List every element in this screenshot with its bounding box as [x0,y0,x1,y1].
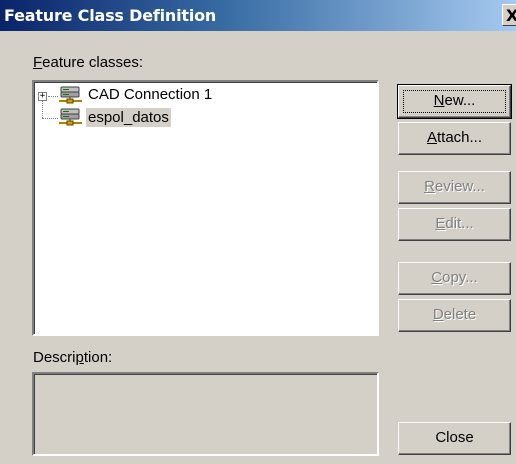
server-connection-icon [58,86,84,106]
attach-button-label: ttach... [436,129,483,146]
new-button[interactable]: New... [397,84,512,119]
copy-button-label: opy... [442,269,478,286]
edit-button[interactable]: Edit... [398,208,511,241]
tree-item-cad-connection-1[interactable]: CAD Connection 1 [86,85,214,104]
description-label: Description: [33,349,112,366]
feature-classes-tree[interactable]: + CAD Connection 1 espol_datos [32,80,379,336]
focus-rectangle [403,90,506,113]
tree-connector-horizontal-1 [48,96,58,97]
delete-button-mnemonic: D [432,306,444,323]
attach-button[interactable]: Attach... [398,122,511,155]
copy-button[interactable]: Copy... [398,262,511,295]
delete-button[interactable]: Delete [398,299,511,332]
delete-button-label: elete [443,306,477,323]
review-button-label: eview... [434,178,485,195]
tree-connector-horizontal-2 [42,118,58,119]
description-field [32,372,379,456]
close-button[interactable]: Close [398,422,511,455]
feature-classes-label-rest: eature classes: [42,54,144,71]
review-button-mnemonic: R [424,178,435,195]
title-bar[interactable]: Feature Class Definition X [0,0,516,31]
server-connection-icon [58,108,84,128]
review-button[interactable]: Review... [398,171,511,204]
feature-class-definition-dialog: Feature Class Definition X Feature class… [0,0,516,464]
tree-item-espol-datos[interactable]: espol_datos [86,108,171,127]
window-title: Feature Class Definition [4,6,217,25]
close-window-button[interactable]: X [502,4,516,26]
description-label-mnemonic: p [75,349,84,366]
copy-button-mnemonic: C [431,269,443,286]
attach-button-mnemonic: A [426,129,437,146]
feature-classes-label-mnemonic: F [33,54,43,71]
expand-plus-icon[interactable]: + [38,92,47,101]
tree-connector-vertical [42,100,43,118]
edit-button-label: dit... [445,215,474,232]
description-label-pre: Descri [33,349,76,366]
feature-classes-label: Feature classes: [33,54,143,71]
edit-button-mnemonic: E [435,215,446,232]
description-label-post: tion: [83,349,113,366]
